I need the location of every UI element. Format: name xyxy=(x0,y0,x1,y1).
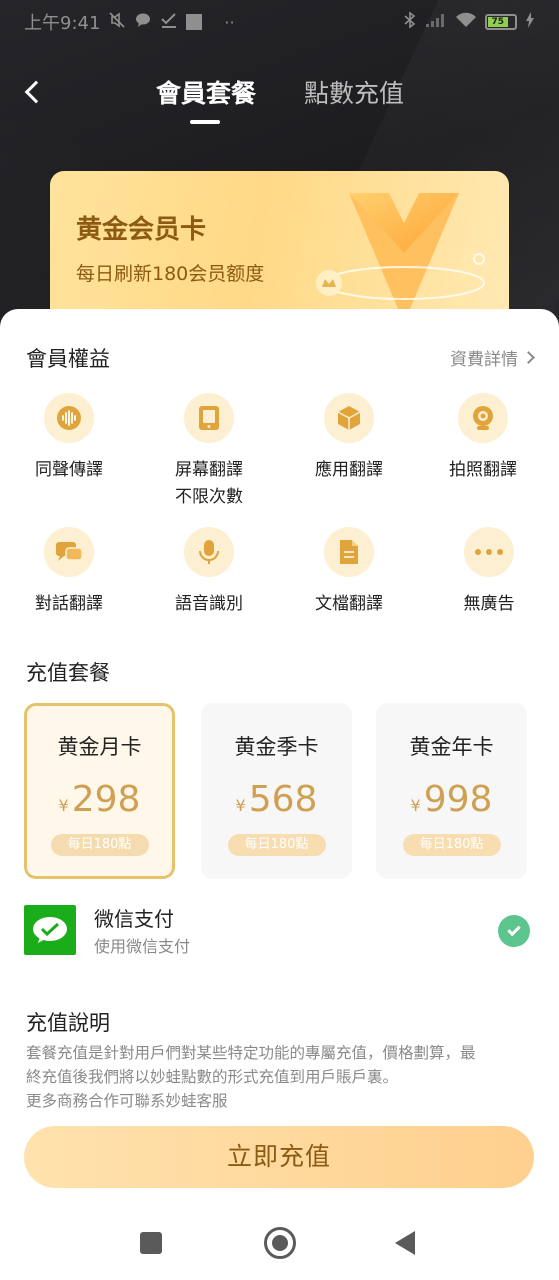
recharge-now-button[interactable]: 立即充值 xyxy=(24,1126,534,1188)
check-icon xyxy=(160,11,178,33)
payment-option-wechat[interactable]: 微信支付 使用微信支付 xyxy=(24,903,534,963)
plan-badge: 每日180點 xyxy=(402,834,501,856)
gold-member-card: 黄金会员卡 每日刷新180会员额度 xyxy=(50,171,509,331)
payment-title: 微信支付 xyxy=(94,907,174,931)
top-nav: 會員套餐 點數充值 xyxy=(0,60,559,130)
chevron-right-icon xyxy=(522,351,535,364)
recharge-description-text: 套餐充值是針對用戶們對某些特定功能的專屬充值，價格劃算，最 終充值後我們將以妙蛙… xyxy=(26,1041,536,1113)
recharge-description-title: 充值說明 xyxy=(26,1011,110,1035)
chevron-left-icon xyxy=(24,80,48,104)
more-dots-icon xyxy=(464,527,514,577)
signal-icon xyxy=(425,12,447,32)
home-icon[interactable] xyxy=(264,1227,296,1259)
rights-section-title: 會員權益 xyxy=(26,347,110,371)
sound-wave-icon xyxy=(44,393,94,443)
currency-symbol: ¥ xyxy=(410,796,421,815)
tab-points-recharge[interactable]: 點數充值 xyxy=(304,74,404,110)
plan-price: ¥ 298 xyxy=(27,779,172,820)
feature-label: 屏幕翻譯 xyxy=(175,460,243,480)
charging-icon xyxy=(525,12,535,32)
content-sheet: 會員權益 資費詳情 同聲傳譯 屏幕翻譯 不限次數 應用翻譯 拍照翻譯 對話翻譯 … xyxy=(0,309,559,1280)
plan-card-yearly[interactable]: 黄金年卡 ¥ 998 每日180點 xyxy=(376,703,527,879)
payment-subtitle: 使用微信支付 xyxy=(94,937,191,956)
plan-price: ¥ 568 xyxy=(201,779,352,820)
app-box-icon xyxy=(324,393,374,443)
square-icon xyxy=(186,14,203,30)
description-line: 套餐充值是針對用戶們對某些特定功能的專屬充值，價格劃算，最 xyxy=(26,1044,476,1062)
status-time: 上午9:41 xyxy=(24,13,101,34)
gold-card-subtitle: 每日刷新180会员额度 xyxy=(76,263,265,285)
plan-card-quarterly[interactable]: 黄金季卡 ¥ 568 每日180點 xyxy=(201,703,352,879)
feature-photo-translation: 拍照翻譯 xyxy=(418,393,548,484)
feature-screen-translation: 屏幕翻譯 不限次數 xyxy=(144,393,274,511)
fee-details-label: 資費詳情 xyxy=(450,350,518,370)
feature-label: 拍照翻譯 xyxy=(449,460,517,480)
plan-price: ¥ 998 xyxy=(376,779,527,820)
feature-simultaneous-interpretation: 同聲傳譯 xyxy=(4,393,134,484)
plans-section-title: 充值套餐 xyxy=(26,661,110,685)
feature-dialog-translation: 對話翻譯 xyxy=(4,527,134,618)
camera-icon xyxy=(458,393,508,443)
plan-card-monthly[interactable]: 黄金月卡 ¥ 298 每日180點 xyxy=(24,703,175,879)
feature-label: 對話翻譯 xyxy=(35,594,103,614)
fee-details-link[interactable]: 資費詳情 xyxy=(450,345,535,370)
microphone-icon xyxy=(184,527,234,577)
plan-badge: 每日180點 xyxy=(227,834,326,856)
price-value: 298 xyxy=(71,779,141,820)
plan-badge: 每日180點 xyxy=(50,834,149,856)
currency-symbol: ¥ xyxy=(235,796,246,815)
status-bar: 上午9:41 ·· 75 xyxy=(0,0,559,44)
feature-voice-recognition: 語音識別 xyxy=(144,527,274,618)
feature-label: 同聲傳譯 xyxy=(35,460,103,480)
tab-indicator xyxy=(190,120,220,124)
feature-label: 語音識別 xyxy=(175,594,243,614)
feature-app-translation: 應用翻譯 xyxy=(284,393,414,484)
dialog-icon xyxy=(44,527,94,577)
selected-check-icon[interactable] xyxy=(498,915,530,947)
bluetooth-icon xyxy=(403,11,417,33)
system-nav-bar xyxy=(0,1209,559,1280)
feature-label-sub: 不限次數 xyxy=(175,487,243,507)
plan-name: 黄金月卡 xyxy=(57,735,142,759)
document-icon xyxy=(324,527,374,577)
currency-symbol: ¥ xyxy=(58,796,69,815)
plan-name: 黄金季卡 xyxy=(234,735,319,759)
feature-label: 無廣告 xyxy=(463,594,515,614)
feature-label: 文檔翻譯 xyxy=(315,594,383,614)
description-line: 更多商務合作可聯系妙蛙客服 xyxy=(26,1092,228,1110)
feature-label: 應用翻譯 xyxy=(315,460,383,480)
gold-card-title: 黄金会员卡 xyxy=(76,215,207,245)
back-button[interactable] xyxy=(18,74,48,110)
feature-no-ads: 無廣告 xyxy=(424,527,554,618)
battery-icon: 75 xyxy=(485,14,517,30)
system-back-icon[interactable] xyxy=(395,1231,415,1255)
description-line: 終充值後我們將以妙蛙點數的形式充值到用戶賬戶裏。 xyxy=(26,1068,399,1086)
feature-document-translation: 文檔翻譯 xyxy=(284,527,414,618)
screen-icon xyxy=(184,393,234,443)
plan-name: 黄金年卡 xyxy=(409,735,494,759)
dots-icon: ·· xyxy=(224,12,235,32)
wechat-icon xyxy=(24,905,76,955)
price-value: 568 xyxy=(248,779,318,820)
price-value: 998 xyxy=(423,779,493,820)
mute-icon xyxy=(108,11,126,33)
wifi-icon xyxy=(455,12,477,32)
tab-membership[interactable]: 會員套餐 xyxy=(156,74,256,110)
recent-apps-icon[interactable] xyxy=(140,1232,162,1254)
chat-icon xyxy=(134,11,152,33)
